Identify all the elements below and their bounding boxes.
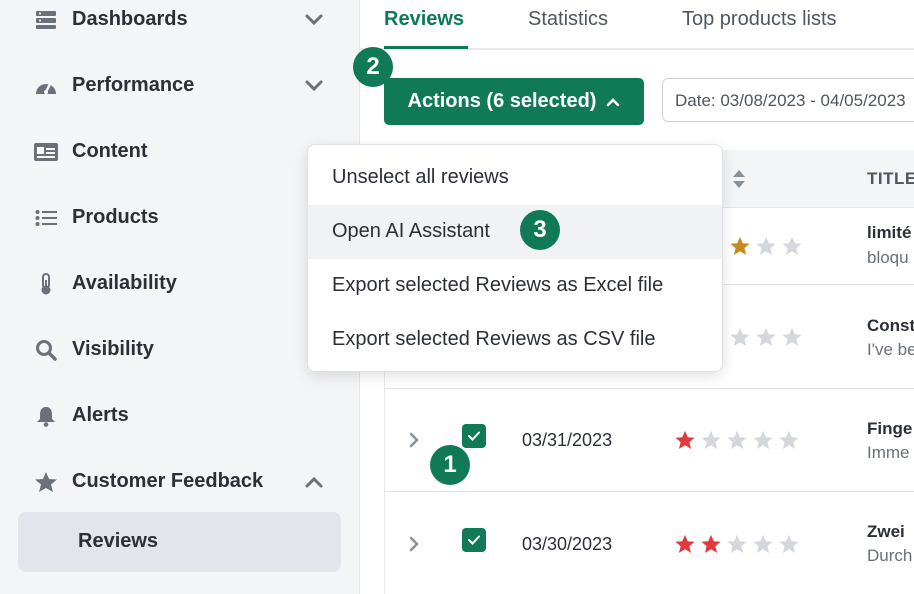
review-snippet: bloqu: [867, 248, 909, 267]
star-icon-filled: [675, 430, 695, 449]
actions-button[interactable]: Actions (6 selected): [384, 78, 644, 125]
chevron-down-icon[interactable]: [303, 76, 325, 96]
sidebar-item-label: Products: [72, 206, 159, 228]
chevron-up-icon: [607, 97, 620, 106]
star-icon-empty: [779, 534, 799, 553]
sidebar-item-label: Availability: [72, 272, 177, 294]
list-icon: [34, 207, 58, 229]
tab-top-products-lists[interactable]: Top products lists: [682, 8, 837, 31]
sidebar-item-performance[interactable]: Performance: [0, 66, 359, 106]
actions-button-label: Actions (6 selected): [407, 90, 597, 112]
star-rating: [729, 326, 803, 348]
star-icon-empty: [727, 430, 747, 449]
sidebar-item-label: Visibility: [72, 338, 154, 360]
sidebar-item-label: Performance: [72, 74, 195, 96]
menu-item-open-ai-assistant[interactable]: Open AI Assistant: [308, 205, 722, 259]
star-icon-filled: [675, 534, 695, 553]
review-title[interactable]: Finge: [867, 419, 912, 439]
tab-reviews[interactable]: Reviews: [384, 8, 464, 31]
step-badge-1: 1: [430, 445, 470, 485]
id-card-icon: [34, 141, 58, 163]
sidebar-item-visibility[interactable]: Visibility: [0, 330, 359, 370]
sidebar-item-content[interactable]: Content: [0, 132, 359, 172]
sidebar: Dashboards Performance Content Products …: [0, 0, 360, 594]
active-tab-indicator: [384, 46, 468, 49]
review-date: 03/31/2023: [522, 430, 613, 450]
sidebar-subitem-reviews[interactable]: Reviews: [18, 512, 341, 572]
star-icon-empty: [756, 327, 776, 346]
star-icon-empty: [730, 327, 750, 346]
review-snippet: Imme: [867, 443, 910, 462]
sidebar-item-label: Content: [72, 140, 148, 162]
star-icon-empty: [756, 236, 776, 255]
step-badge-3: 3: [520, 210, 560, 250]
review-title[interactable]: limité: [867, 223, 911, 243]
chevron-up-icon[interactable]: [303, 472, 325, 492]
review-snippet: Durch: [867, 546, 913, 565]
sidebar-item-dashboards[interactable]: Dashboards: [0, 0, 359, 40]
date-range-filter[interactable]: Date: 03/08/2023 - 04/05/2023: [662, 78, 914, 122]
star-icon-empty: [727, 534, 747, 553]
star-rating: [729, 235, 803, 257]
chevron-down-icon[interactable]: [303, 10, 325, 30]
check-icon: [468, 535, 480, 545]
thermometer-icon: [34, 273, 58, 295]
star-rating: [674, 429, 800, 451]
tab-statistics[interactable]: Statistics: [528, 8, 608, 31]
sidebar-item-customer-feedback[interactable]: Customer Feedback: [0, 462, 359, 502]
row-divider: [384, 491, 914, 492]
row-divider: [384, 388, 914, 389]
sidebar-item-label: Customer Feedback: [72, 470, 264, 492]
star-icon-filled: [701, 534, 721, 553]
expand-row-icon[interactable]: [407, 431, 421, 449]
sort-icon[interactable]: [731, 168, 747, 190]
server-stack-icon: [34, 9, 58, 31]
gauge-icon: [34, 75, 58, 97]
menu-item-unselect-all[interactable]: Unselect all reviews: [308, 151, 722, 205]
sidebar-item-products[interactable]: Products: [0, 198, 359, 238]
star-icon-filled: [730, 236, 750, 255]
search-icon: [34, 339, 58, 361]
star-icon-empty: [782, 327, 802, 346]
review-snippet: I've be: [867, 340, 914, 359]
sidebar-item-label: Dashboards: [72, 8, 188, 30]
star-icon-empty: [779, 430, 799, 449]
actions-dropdown-menu: Unselect all reviews Open AI Assistant E…: [307, 144, 723, 372]
star-icon-empty: [701, 430, 721, 449]
review-date: 03/30/2023: [522, 534, 613, 554]
title-column-header[interactable]: TITLE: [867, 169, 914, 189]
star-icon: [34, 471, 58, 493]
sidebar-item-availability[interactable]: Availability: [0, 264, 359, 304]
date-range-label: Date: 03/08/2023 - 04/05/2023: [675, 91, 906, 110]
review-title[interactable]: Const: [867, 316, 914, 336]
menu-item-export-excel[interactable]: Export selected Reviews as Excel file: [308, 259, 722, 313]
check-icon: [468, 431, 480, 441]
sidebar-item-label: Alerts: [72, 404, 129, 426]
menu-item-export-csv[interactable]: Export selected Reviews as CSV file: [308, 313, 722, 367]
star-rating: [674, 533, 800, 555]
bell-icon: [34, 405, 58, 427]
star-icon-empty: [753, 534, 773, 553]
expand-row-icon[interactable]: [407, 535, 421, 553]
review-title[interactable]: Zwei: [867, 522, 905, 542]
star-icon-empty: [753, 430, 773, 449]
row-checkbox[interactable]: [462, 424, 486, 448]
row-checkbox[interactable]: [462, 528, 486, 552]
star-icon-empty: [782, 236, 802, 255]
step-badge-2: 2: [353, 47, 393, 87]
sidebar-subitem-label: Reviews: [78, 530, 159, 552]
sidebar-item-alerts[interactable]: Alerts: [0, 396, 359, 436]
